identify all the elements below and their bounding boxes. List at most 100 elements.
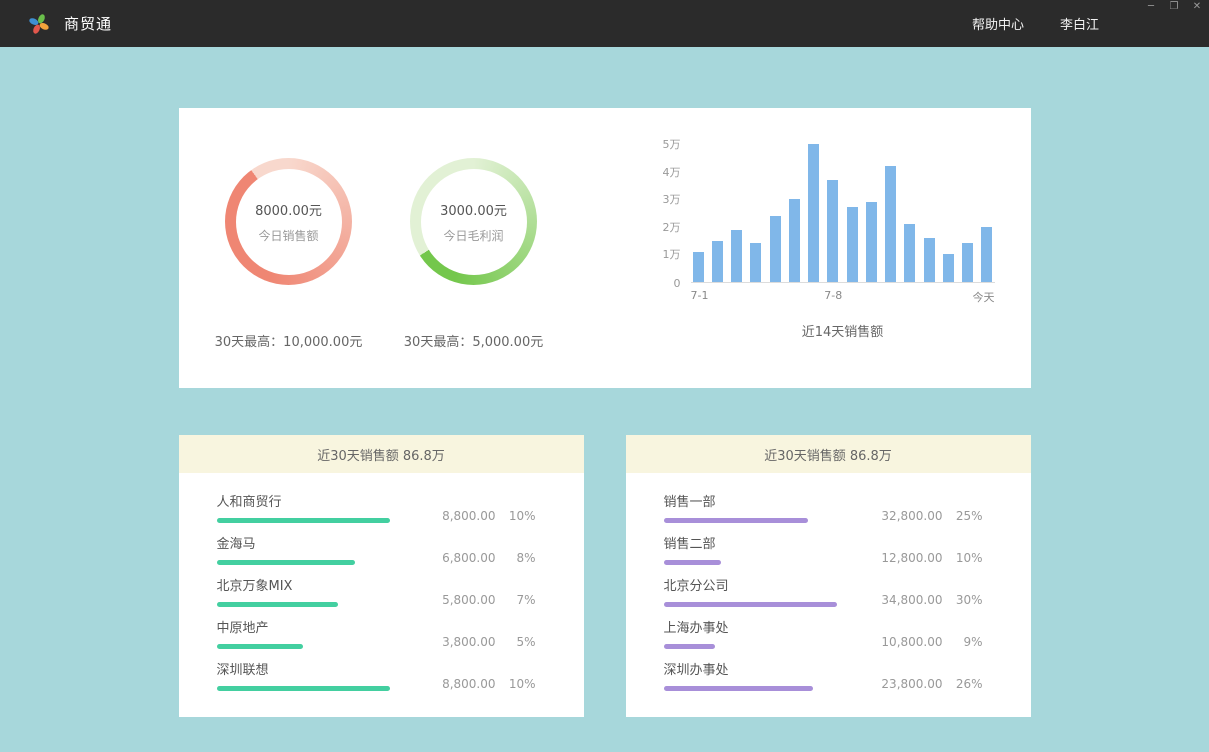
minimize-icon[interactable]: ─ bbox=[1145, 1, 1157, 13]
today-profit-label: 今日毛利润 bbox=[443, 227, 503, 244]
chart-bar bbox=[731, 230, 742, 282]
list-item-percent: 10% bbox=[508, 509, 536, 523]
today-sales-value: 8000.00元 bbox=[255, 200, 322, 219]
titlebar: 商贸通 帮助中心 李白江 ─ ❐ ✕ bbox=[0, 0, 1209, 47]
chart-bar bbox=[943, 254, 954, 282]
list-item-value: 3,800.00 bbox=[442, 635, 495, 649]
overview-card: 8000.00元 今日销售额 30天最高：10,000.00元 3000.00元… bbox=[179, 108, 1031, 388]
x-axis-label: 今天 bbox=[973, 289, 995, 305]
sales-30day-max: 30天最高：10,000.00元 bbox=[215, 331, 363, 350]
today-profit-value: 3000.00元 bbox=[440, 200, 507, 219]
list-item: 销售一部 32,800.00 25% bbox=[664, 491, 983, 523]
list-item-value: 5,800.00 bbox=[442, 593, 495, 607]
page-content: 8000.00元 今日销售额 30天最高：10,000.00元 3000.00元… bbox=[0, 47, 1209, 717]
y-axis-tick: 4万 bbox=[663, 164, 681, 180]
list-item-name: 人和商贸行 bbox=[217, 491, 390, 510]
chart-bar bbox=[924, 238, 935, 282]
sales-donut-chart: 8000.00元 今日销售额 bbox=[225, 158, 352, 285]
bar-chart-title: 近14天销售额 bbox=[691, 321, 995, 340]
chart-bar bbox=[750, 243, 761, 282]
list-item-bar bbox=[217, 644, 304, 649]
department-card-body: 销售一部 32,800.00 25% 销售二部12,800.0010% 北京分公司 34,… bbox=[626, 473, 1031, 717]
app-logo-icon bbox=[28, 13, 50, 35]
y-axis-tick: 0 bbox=[674, 277, 681, 290]
profit-gauge: 3000.00元 今日毛利润 30天最高：5,000.00元 bbox=[399, 108, 549, 388]
customer-ranking-card: 近30天销售额 86.8万 人和商贸行8,800.0010%金海马6,800.0… bbox=[179, 435, 584, 717]
list-item: 中原地产 3,800.00 5% bbox=[217, 617, 536, 649]
customer-card-header: 近30天销售额 86.8万 bbox=[179, 435, 584, 473]
list-item: 深圳联想 8,800.00 10% bbox=[217, 659, 536, 691]
list-item-name: 深圳联想 bbox=[217, 659, 390, 678]
chart-bar bbox=[808, 144, 819, 282]
list-item-percent: 10% bbox=[508, 677, 536, 691]
titlebar-nav: 帮助中心 李白江 bbox=[972, 14, 1099, 33]
app-title: 商贸通 bbox=[64, 13, 112, 34]
list-item: 销售二部12,800.0010% bbox=[664, 533, 983, 565]
list-item-bar bbox=[664, 686, 814, 691]
ranking-cards: 近30天销售额 86.8万 人和商贸行8,800.0010%金海马6,800.0… bbox=[179, 435, 1031, 717]
customer-card-body: 人和商贸行8,800.0010%金海马6,800.008%北京万象MIX5,80… bbox=[179, 473, 584, 717]
list-item-bar bbox=[664, 602, 837, 607]
list-item-percent: 5% bbox=[508, 635, 536, 649]
today-sales-label: 今日销售额 bbox=[258, 227, 318, 244]
list-item-value: 34,800.00 bbox=[881, 593, 942, 607]
department-ranking-card: 近30天销售额 86.8万 销售一部 32,800.00 25% 销售二部12,800… bbox=[626, 435, 1031, 717]
close-icon[interactable]: ✕ bbox=[1191, 1, 1203, 13]
help-center-link[interactable]: 帮助中心 bbox=[972, 14, 1024, 33]
chart-bar bbox=[847, 207, 858, 282]
chart-bar bbox=[981, 227, 992, 282]
chart-bar bbox=[789, 199, 800, 282]
list-item-percent: 8% bbox=[508, 551, 536, 565]
list-item-bar bbox=[217, 686, 390, 691]
chart-bar bbox=[693, 252, 704, 282]
list-item-percent: 9% bbox=[955, 635, 983, 649]
list-item-value: 6,800.00 bbox=[442, 551, 495, 565]
list-item-name: 中原地产 bbox=[217, 617, 390, 636]
y-axis-tick: 5万 bbox=[663, 136, 681, 152]
window-controls: ─ ❐ ✕ bbox=[1145, 1, 1203, 13]
list-item-bar bbox=[217, 560, 355, 565]
list-item-value: 32,800.00 bbox=[881, 509, 942, 523]
list-item-name: 北京分公司 bbox=[664, 575, 837, 594]
y-axis-tick: 3万 bbox=[663, 191, 681, 207]
sales-gauge: 8000.00元 今日销售额 30天最高：10,000.00元 bbox=[179, 108, 399, 388]
list-item: 上海办事处10,800.009% bbox=[664, 617, 983, 649]
list-item-bar bbox=[664, 518, 808, 523]
list-item-percent: 10% bbox=[955, 551, 983, 565]
chart-bar bbox=[827, 180, 838, 282]
y-axis-tick: 1万 bbox=[663, 246, 681, 262]
chart-bar bbox=[885, 166, 896, 282]
chart-bar bbox=[962, 243, 973, 282]
list-item-bar bbox=[217, 602, 338, 607]
x-axis-label: 7-8 bbox=[824, 289, 842, 302]
list-item-percent: 30% bbox=[955, 593, 983, 607]
y-axis: 5万4万3万2万1万0 bbox=[651, 145, 691, 283]
chart-bar bbox=[866, 202, 877, 282]
maximize-icon[interactable]: ❐ bbox=[1168, 1, 1180, 13]
list-item-bar bbox=[664, 560, 722, 565]
list-item-name: 北京万象MIX bbox=[217, 575, 390, 594]
chart-bar bbox=[712, 241, 723, 282]
list-item-percent: 25% bbox=[955, 509, 983, 523]
department-card-title: 近30天销售额 86.8万 bbox=[764, 445, 892, 464]
profit-donut-chart: 3000.00元 今日毛利润 bbox=[410, 158, 537, 285]
chart-bar bbox=[904, 224, 915, 282]
list-item-value: 23,800.00 bbox=[881, 677, 942, 691]
list-item-value: 8,800.00 bbox=[442, 509, 495, 523]
department-card-header: 近30天销售额 86.8万 bbox=[626, 435, 1031, 473]
list-item-name: 深圳办事处 bbox=[664, 659, 837, 678]
list-item: 深圳办事处23,800.0026% bbox=[664, 659, 983, 691]
list-item: 人和商贸行 8,800.00 10% bbox=[217, 491, 536, 523]
list-item: 北京分公司 34,800.00 30% bbox=[664, 575, 983, 607]
list-item: 北京万象MIX 5,800.00 7% bbox=[217, 575, 536, 607]
user-name-link[interactable]: 李白江 bbox=[1060, 14, 1099, 33]
list-item-name: 销售一部 bbox=[664, 491, 837, 510]
customer-card-title: 近30天销售额 86.8万 bbox=[317, 445, 445, 464]
chart-bar bbox=[770, 216, 781, 282]
list-item-percent: 7% bbox=[508, 593, 536, 607]
list-item-name: 销售二部 bbox=[664, 533, 837, 552]
list-item-value: 10,800.00 bbox=[881, 635, 942, 649]
list-item-value: 8,800.00 bbox=[442, 677, 495, 691]
list-item-bar bbox=[217, 518, 390, 523]
bar-plot bbox=[691, 145, 995, 283]
